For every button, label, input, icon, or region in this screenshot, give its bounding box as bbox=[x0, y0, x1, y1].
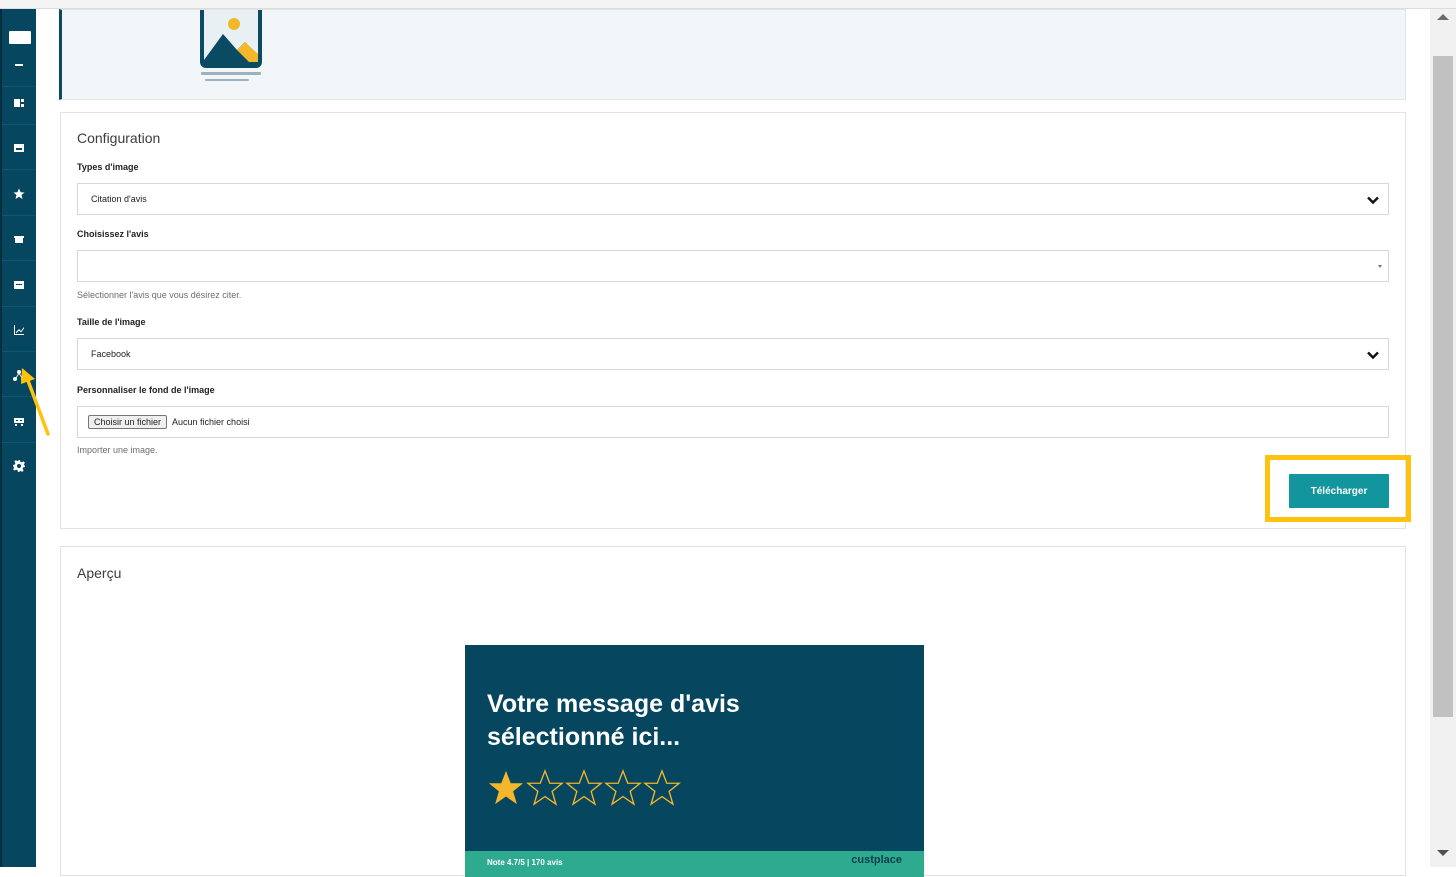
scroll-down-icon[interactable] bbox=[1437, 850, 1449, 856]
image-placeholder-icon bbox=[200, 10, 262, 81]
scroll-up-icon[interactable] bbox=[1437, 14, 1449, 20]
preview-card: Aperçu Votre message d'avis sélectionné … bbox=[60, 546, 1406, 877]
preview-image: Votre message d'avis sélectionné ici... … bbox=[465, 645, 924, 877]
image-type-value: Citation d'avis bbox=[91, 194, 147, 204]
size-value: Facebook bbox=[91, 349, 131, 359]
review-label: Choisissez l'avis bbox=[77, 229, 149, 239]
caret-down-icon bbox=[1378, 265, 1382, 268]
review-help-text: Sélectionner l'avis que vous désirez cit… bbox=[77, 290, 242, 300]
configuration-title: Configuration bbox=[77, 130, 161, 146]
image-type-select[interactable]: Citation d'avis bbox=[77, 183, 1389, 215]
background-file-input: Choisir un fichier Aucun fichier choisi bbox=[77, 406, 1389, 438]
file-status: Aucun fichier choisi bbox=[172, 417, 250, 427]
preview-title: Aperçu bbox=[77, 565, 122, 581]
message-icon[interactable] bbox=[2, 263, 36, 307]
star-empty-icon bbox=[604, 769, 642, 806]
download-highlight-box bbox=[1265, 455, 1411, 522]
brand-logo: custplace bbox=[851, 854, 902, 866]
configuration-card: Configuration Types d'image Citation d'a… bbox=[60, 112, 1406, 529]
star-empty-icon bbox=[643, 769, 681, 806]
review-select[interactable] bbox=[77, 250, 1389, 282]
background-label: Personnaliser le fond de l'image bbox=[77, 385, 215, 395]
choose-file-button[interactable]: Choisir un fichier bbox=[88, 415, 168, 429]
inbox-icon[interactable] bbox=[2, 126, 36, 170]
browser-top-bar bbox=[0, 0, 1456, 9]
star-empty-icon bbox=[565, 769, 603, 806]
preview-footer-text: Note 4.7/5 | 170 avis bbox=[487, 858, 563, 867]
star-icon[interactable] bbox=[2, 172, 36, 216]
preview-message: Votre message d'avis sélectionné ici... bbox=[487, 690, 740, 751]
sidebar bbox=[0, 9, 36, 867]
rating-stars bbox=[487, 769, 682, 807]
background-help-text: Importer une image. bbox=[77, 445, 158, 455]
hero-banner bbox=[59, 9, 1406, 100]
chevron-down-icon bbox=[1367, 351, 1379, 360]
star-empty-icon bbox=[526, 769, 564, 806]
gear-icon[interactable] bbox=[2, 444, 36, 488]
annotation-arrow-icon bbox=[21, 368, 50, 436]
layout-icon[interactable] bbox=[2, 81, 36, 125]
chart-icon[interactable] bbox=[2, 308, 36, 352]
size-select[interactable]: Facebook bbox=[77, 338, 1389, 370]
size-label: Taille de l'image bbox=[77, 317, 146, 327]
preview-footer: Note 4.7/5 | 170 avis custplace bbox=[465, 851, 924, 877]
image-type-label: Types d'image bbox=[77, 162, 139, 172]
store-icon[interactable] bbox=[2, 217, 36, 261]
star-filled-icon bbox=[488, 770, 524, 805]
scrollbar-thumb[interactable] bbox=[1433, 56, 1453, 717]
chevron-down-icon bbox=[1367, 196, 1379, 205]
